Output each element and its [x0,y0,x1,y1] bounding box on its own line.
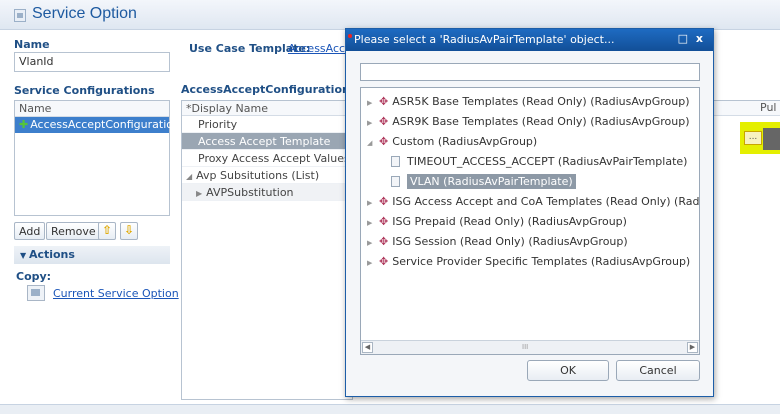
service-option-icon [14,9,26,22]
required-dot-icon [348,34,352,38]
add-plus-icon: ✚ [19,118,29,131]
remove-button[interactable]: Remove [46,222,101,240]
move-down-button[interactable]: ⇩ [120,222,138,240]
add-button[interactable]: Add [14,222,46,240]
expanded-triangle-icon: ◢ [186,172,193,181]
window-title: Service Option [32,5,137,22]
copy-icon[interactable] [27,285,45,301]
cancel-button[interactable]: Cancel [616,360,700,381]
tree-node-label: TIMEOUT_ACCESS_ACCEPT (RadiusAvPairTempl… [407,155,688,168]
arrow-down-icon: ⇩ [123,223,135,237]
list-item[interactable]: ✚ AccessAcceptConfiguration [15,117,180,133]
actions-header-label: Actions [28,248,75,261]
row-label: Avp Subsitutions (List) [196,169,320,182]
properties-table: *Display Name Priority Access Accept Tem… [181,100,353,400]
expand-arrow-icon: ▶ [367,199,373,207]
tree-node-asr5k[interactable]: ▶ ✥ ASR5K Base Templates (Read Only) (Radi… [361,92,699,112]
table-row-access-accept-template[interactable]: Access Accept Template [182,133,352,150]
tree-node-label: ISG Access Accept and CoA Templates (Rea… [392,195,700,208]
list-item-label: AccessAcceptConfiguration [30,118,180,131]
properties-column-header: *Display Name [182,101,352,116]
tree-node-label: ISG Session (Read Only) (RadiusAvpGroup) [392,235,628,248]
group-icon: ✥ [379,235,389,248]
ellipsis-button[interactable]: ... [744,131,762,145]
group-icon: ✥ [379,115,389,128]
table-row-avp-subsitutions[interactable]: ◢ Avp Subsitutions (List) [182,167,352,184]
service-configurations-list: Name ✚ AccessAcceptConfiguration [14,100,180,216]
tree-node-label: ASR5K Base Templates (Read Only) (Radius… [392,95,690,108]
name-field[interactable]: VlanId [14,52,170,72]
group-icon: ✥ [379,95,389,108]
expand-arrow-icon: ▶ [367,119,373,127]
tree-node-custom[interactable]: ◢ ✥ Custom (RadiusAvpGroup) [361,132,699,152]
right-column-label: Pul [760,101,777,114]
tree-node-label: Service Provider Specific Templates (Rad… [392,255,691,268]
dialog-search-input[interactable] [360,63,700,81]
expand-arrow-icon: ▶ [367,219,373,227]
row-label: Priority [198,118,238,131]
table-row-avp-substitution[interactable]: ▶ AVPSubstitution [182,184,352,201]
tree-node-service-provider[interactable]: ▶ ✥ Service Provider Specific Templates (R… [361,252,699,272]
group-icon: ✥ [379,195,389,208]
properties-title: AccessAcceptConfiguration Para [181,83,351,96]
group-icon: ✥ [379,215,389,228]
tree-node-isg-access-accept[interactable]: ▶ ✥ ISG Access Accept and CoA Templates (R… [361,192,699,212]
group-icon: ✥ [379,135,389,148]
row-label: Proxy Access Accept Values [198,152,350,165]
tree-node-label: Custom (RadiusAvpGroup) [392,135,538,148]
scroll-right-icon[interactable]: ▶ [687,342,698,353]
horizontal-scrollbar[interactable]: ◀ III ▶ [361,340,699,354]
tree-node-asr9k[interactable]: ▶ ✥ ASR9K Base Templates (Read Only) (Radi… [361,112,699,132]
collapse-arrow-icon: ◢ [367,139,373,147]
template-document-icon [391,176,400,187]
select-object-dialog: Please select a 'RadiusAvPairTemplate' o… [345,28,714,397]
list-column-header: Name [15,101,169,117]
scroll-left-icon[interactable]: ◀ [362,342,373,353]
dialog-titlebar: Please select a 'RadiusAvPairTemplate' o… [346,29,713,51]
current-service-option-link[interactable]: Current Service Option [53,287,179,300]
template-document-icon [391,156,400,167]
collapse-triangle-icon: ▼ [20,251,29,260]
service-configurations-label: Service Configurations [14,84,155,97]
tree-node-label: VLAN (RadiusAvPairTemplate) [407,174,576,189]
collapsed-triangle-icon: ▶ [196,189,203,198]
table-row-proxy-access-accept-values[interactable]: Proxy Access Accept Values [182,150,352,167]
copy-label: Copy: [16,270,52,283]
group-icon: ✥ [379,255,389,268]
tree-node-vlan[interactable]: VLAN (RadiusAvPairTemplate) [361,172,699,192]
tree-node-label: ISG Prepaid (Read Only) (RadiusAvpGroup) [392,215,627,228]
ok-button[interactable]: OK [527,360,609,381]
dialog-title: Please select a 'RadiusAvPairTemplate' o… [354,33,615,46]
table-row-priority[interactable]: Priority [182,116,352,133]
tree-node-label: ASR9K Base Templates (Read Only) (Radius… [392,115,690,128]
arrow-up-icon: ⇧ [101,223,113,237]
row-label: AVPSubstitution [206,186,294,199]
expand-arrow-icon: ▶ [367,99,373,107]
row-label: Access Accept Template [198,135,331,148]
expand-arrow-icon: ▶ [367,259,373,267]
scroll-grip-icon[interactable]: III [522,343,528,351]
move-up-button[interactable]: ⇧ [98,222,116,240]
side-tab[interactable] [763,128,780,150]
tree-node-timeout-access-accept[interactable]: TIMEOUT_ACCESS_ACCEPT (RadiusAvPairTempl… [361,152,699,172]
dialog-window-controls[interactable]: □ x [678,32,705,45]
bottom-bar [0,404,780,414]
tree-node-isg-session[interactable]: ▶ ✥ ISG Session (Read Only) (RadiusAvpGrou… [361,232,699,252]
template-tree: ▶ ✥ ASR5K Base Templates (Read Only) (Radi… [360,87,700,355]
use-case-template-link[interactable]: AccessAcc [288,42,350,55]
window-titlebar: Service Option [0,0,780,30]
actions-header[interactable]: ▼ Actions [14,246,170,264]
expand-arrow-icon: ▶ [367,239,373,247]
name-label: Name [14,38,50,51]
tree-node-isg-prepaid[interactable]: ▶ ✥ ISG Prepaid (Read Only) (RadiusAvpGrou… [361,212,699,232]
